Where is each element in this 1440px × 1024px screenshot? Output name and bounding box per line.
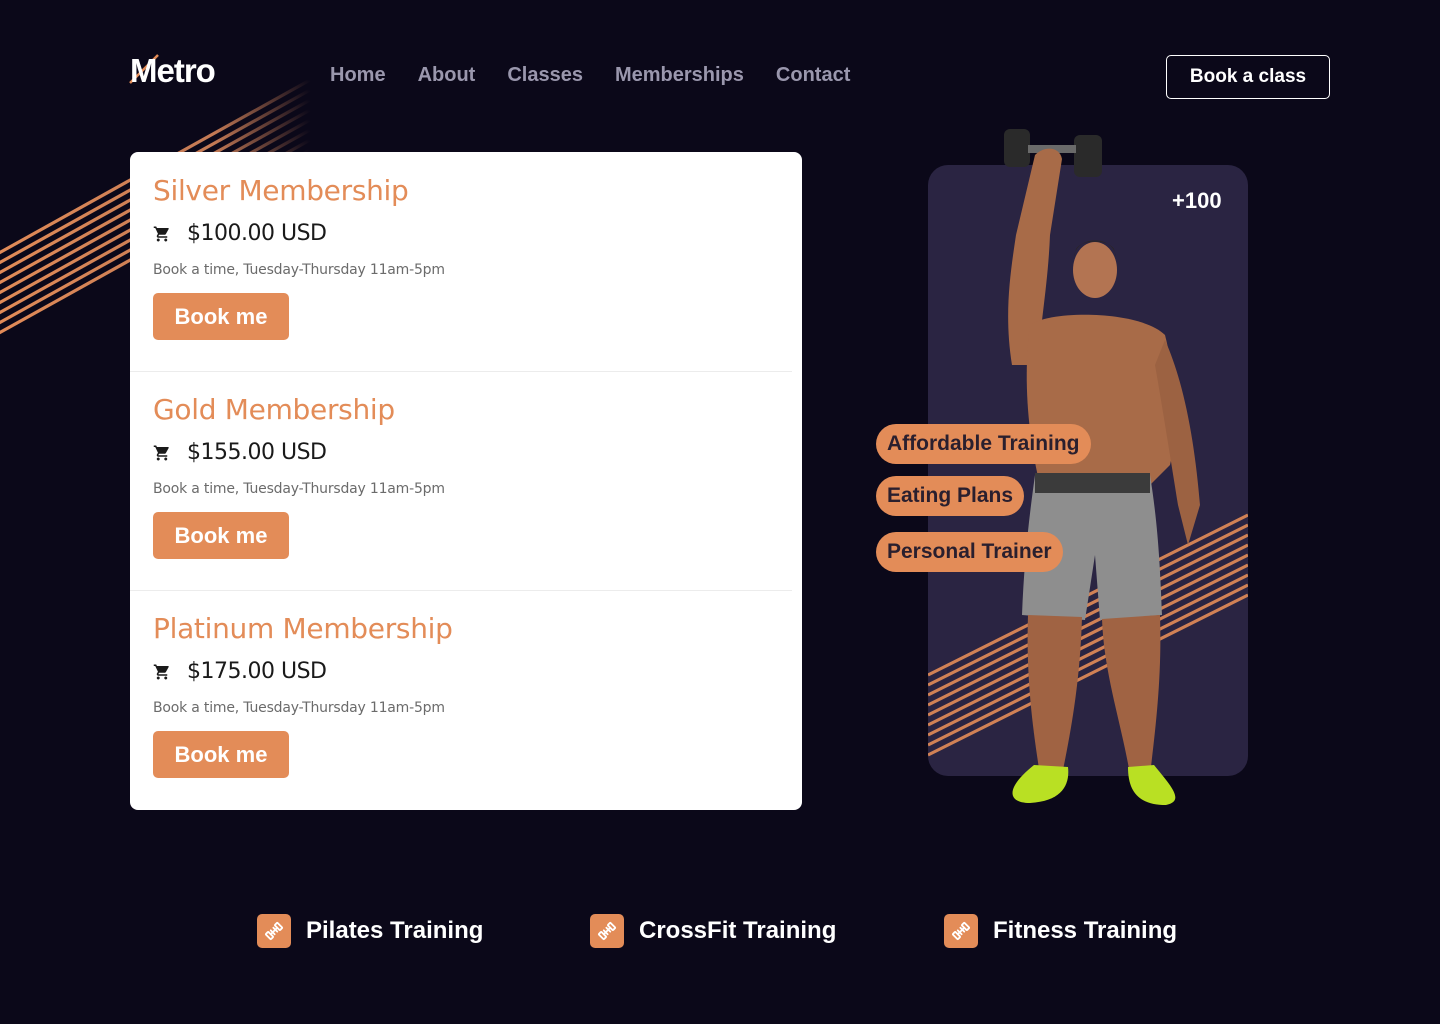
feature-fitness[interactable]: Fitness Training [944,914,1177,948]
nav-home[interactable]: Home [330,64,386,87]
feature-label: CrossFit Training [639,917,837,944]
cart-icon [153,226,169,241]
tag-affordable-training: Affordable Training [876,424,1091,464]
plan-title: Platinum Membership [153,612,453,645]
plan-price: $175.00 USD [187,659,327,684]
price-row: $175.00 USD [153,659,802,684]
price-row: $155.00 USD [153,440,802,465]
membership-silver: Silver Membership $100.00 USD Book a tim… [130,152,802,371]
price-row: $100.00 USD [153,221,802,246]
nav-contact[interactable]: Contact [776,64,850,87]
plan-price: $155.00 USD [187,440,327,465]
plan-description: Book a time, Tuesday-Thursday 11am-5pm [153,262,445,278]
feature-label: Fitness Training [993,917,1178,944]
feature-label: Pilates Training [306,917,484,944]
plan-title: Silver Membership [153,174,409,207]
cart-icon [153,664,169,679]
nav-about[interactable]: About [418,64,476,87]
feature-crossfit[interactable]: CrossFit Training [590,914,836,948]
hero-count: +100 [1172,188,1222,213]
tag-personal-trainer: Personal Trainer [876,532,1063,572]
plan-title: Gold Membership [153,393,395,426]
logo[interactable]: Metro [130,52,216,90]
membership-card: Silver Membership $100.00 USD Book a tim… [130,152,802,810]
dumbbell-icon [590,914,624,948]
book-me-button[interactable]: Book me [153,731,289,778]
tag-eating-plans: Eating Plans [876,476,1025,516]
book-me-button[interactable]: Book me [153,293,289,340]
membership-gold: Gold Membership $155.00 USD Book a time,… [130,371,802,590]
plan-price: $100.00 USD [187,221,327,246]
athlete-image [1004,129,1200,805]
dumbbell-icon [257,914,291,948]
plan-description: Book a time, Tuesday-Thursday 11am-5pm [153,481,445,497]
plan-description: Book a time, Tuesday-Thursday 11am-5pm [153,700,445,716]
book-a-class-button[interactable]: Book a class [1166,55,1330,99]
nav-classes[interactable]: Classes [507,64,583,87]
feature-pilates[interactable]: Pilates Training [257,914,483,948]
cart-icon [153,445,169,460]
nav-memberships[interactable]: Memberships [615,64,744,87]
dumbbell-icon [944,914,978,948]
main-nav: Home About Classes Memberships Contact [330,64,850,87]
membership-platinum: Platinum Membership $175.00 USD Book a t… [130,590,802,809]
book-me-button[interactable]: Book me [153,512,289,559]
